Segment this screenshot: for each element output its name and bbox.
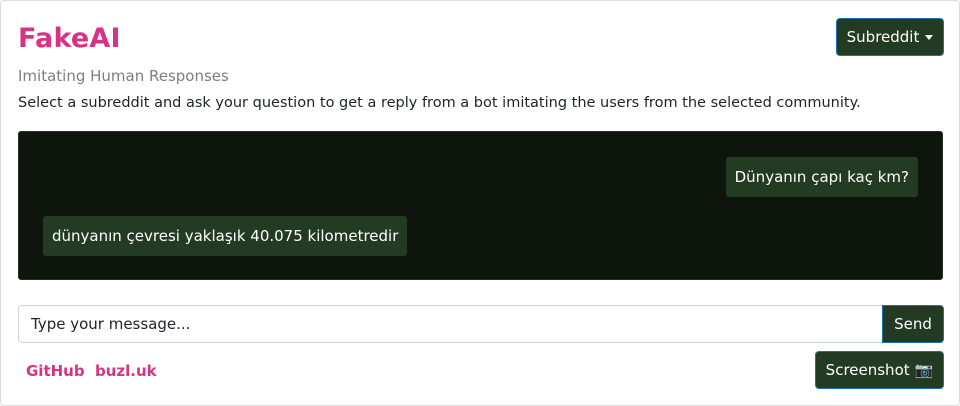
app-description: Select a subreddit and ask your question…: [18, 95, 861, 111]
app-subtitle: Imitating Human Responses: [18, 67, 229, 85]
camera-icon: 📷: [914, 361, 934, 379]
github-link[interactable]: GitHub: [26, 362, 85, 380]
buzl-link[interactable]: buzl.uk: [95, 362, 157, 380]
app-title: FakeAI: [18, 23, 121, 54]
chat-window: Dünyanın çapı kaç km? dünyanın çevresi y…: [18, 131, 943, 280]
subreddit-button-label: Subreddit: [846, 28, 920, 46]
subreddit-dropdown-button[interactable]: Subreddit: [836, 18, 944, 56]
send-button[interactable]: Send: [882, 305, 944, 343]
message-input[interactable]: [18, 305, 883, 343]
app-card: FakeAI Imitating Human Responses Select …: [0, 0, 960, 406]
caret-down-icon: [925, 34, 934, 40]
bot-message-bubble: dünyanın çevresi yaklaşık 40.075 kilomet…: [43, 216, 408, 256]
screenshot-button-label: Screenshot: [825, 361, 910, 379]
screenshot-button[interactable]: Screenshot 📷: [815, 351, 944, 389]
user-message-bubble: Dünyanın çapı kaç km?: [725, 157, 918, 197]
